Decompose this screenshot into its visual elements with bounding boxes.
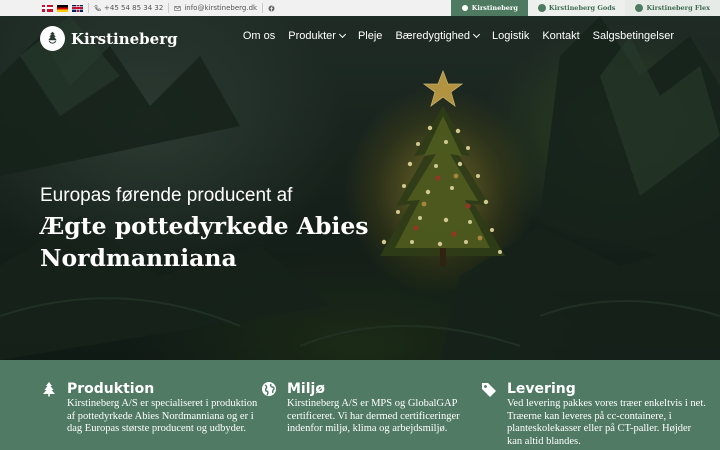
feature-text: Ved levering pakkes vores træer enkeltvi… — [507, 398, 706, 447]
nav-label: Produkter — [288, 30, 336, 42]
nav-label: Salgsbetingelser — [592, 30, 674, 42]
nav-item-logistik[interactable]: Logistik — [492, 30, 529, 42]
hero-banner: Kirstineberg Om os Produkter Pleje Bæred… — [0, 16, 720, 360]
brand-tab-kirstineberg-gods[interactable]: Kirstineberg Gods — [527, 0, 626, 16]
main-navigation: Om os Produkter Pleje Bæredygtighed Logi… — [243, 30, 674, 42]
phone-link[interactable]: +45 54 85 34 32 — [94, 4, 163, 12]
brand-logo-icon — [537, 4, 546, 12]
divider — [88, 3, 89, 13]
globe-icon — [262, 382, 276, 396]
nav-label: Pleje — [357, 30, 383, 42]
brand-tab-label: Kirstineberg Gods — [548, 4, 616, 12]
brand-logo-icon — [460, 4, 469, 12]
top-utility-bar: +45 54 85 34 32 info@kirstineberg.dk Kir… — [0, 0, 720, 16]
email-link[interactable]: info@kirstineberg.dk — [174, 4, 257, 12]
feature-text: Kirstineberg A/S er MPS og GlobalGAP cer… — [287, 398, 460, 434]
feature-levering: Levering Ved levering pakkes vores træer… — [482, 380, 707, 448]
logo-text: Kirstineberg — [71, 29, 178, 48]
brand-logo-icon — [635, 4, 644, 12]
nav-item-pleje[interactable]: Pleje — [358, 30, 382, 42]
phone-icon — [94, 4, 101, 11]
facebook-link[interactable] — [268, 4, 275, 12]
phone-number: +45 54 85 34 32 — [104, 4, 164, 12]
feature-text: Kirstineberg A/S er specialiseret i prod… — [67, 398, 258, 434]
nav-item-baeredygtighed[interactable]: Bæredygtighed — [395, 30, 481, 42]
nav-item-kontakt[interactable]: Kontakt — [542, 30, 579, 42]
feature-produktion: Produktion Kirstineberg A/S er specialis… — [43, 380, 267, 436]
hero-subtitle: Europas førende producent af — [40, 185, 293, 206]
tag-icon — [482, 383, 496, 397]
site-logo[interactable]: Kirstineberg — [40, 26, 178, 51]
danish-flag-icon[interactable] — [42, 4, 53, 12]
chevron-down-icon — [338, 30, 347, 39]
brand-tab-label: Kirstineberg — [471, 4, 518, 12]
tree-icon — [43, 382, 55, 397]
feature-title: Produktion — [67, 381, 155, 397]
email-address: info@kirstineberg.dk — [184, 4, 258, 12]
features-band: Produktion Kirstineberg A/S er specialis… — [0, 360, 720, 450]
nav-label: Logistik — [492, 30, 530, 42]
brand-tab-kirstineberg-flex[interactable]: Kirstineberg Flex — [625, 0, 720, 16]
logo-emblem-icon — [40, 26, 65, 51]
divider — [262, 3, 264, 13]
feature-title: Miljø — [287, 381, 325, 397]
brand-switcher: Kirstineberg Kirstineberg Gods Kirstineb… — [450, 0, 720, 16]
nav-label: Om os — [242, 30, 276, 42]
language-switcher — [0, 4, 83, 12]
brand-tab-kirstineberg[interactable]: Kirstineberg — [450, 0, 528, 16]
nav-item-produkter[interactable]: Produkter — [288, 30, 347, 42]
brand-tab-label: Kirstineberg Flex — [646, 4, 710, 12]
feature-miljo: Miljø Kirstineberg A/S er MPS og GlobalG… — [262, 380, 487, 436]
english-flag-icon[interactable] — [72, 4, 83, 12]
chevron-down-icon — [473, 30, 481, 39]
nav-item-om-os[interactable]: Om os — [243, 30, 275, 42]
nav-label: Kontakt — [542, 30, 580, 42]
nav-label: Bæredygtighed — [395, 30, 471, 42]
envelope-icon — [174, 5, 181, 11]
nav-item-salgsbetingelser[interactable]: Salgsbetingelser — [593, 30, 674, 42]
hero-title: Ægte pottedyrkede Abies Nordmanniana — [40, 212, 369, 272]
facebook-icon — [268, 4, 275, 12]
divider — [168, 3, 170, 13]
feature-title: Levering — [507, 381, 576, 397]
german-flag-icon[interactable] — [57, 4, 68, 12]
